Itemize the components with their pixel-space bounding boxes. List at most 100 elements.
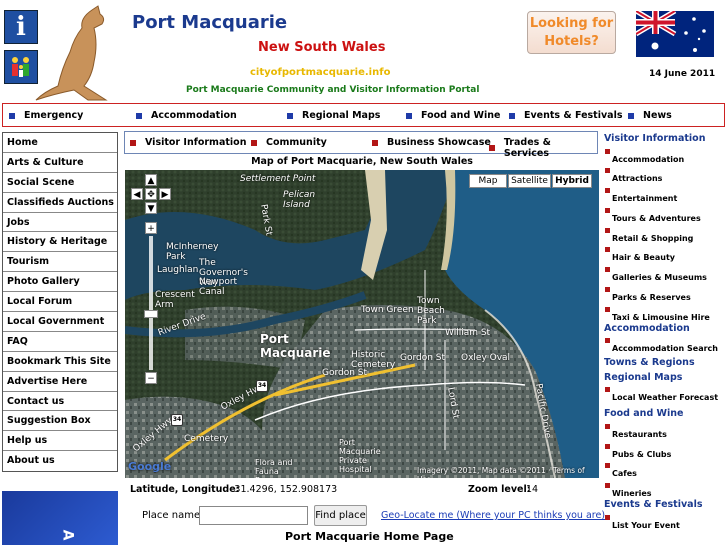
zoom-in-icon[interactable]: +	[145, 222, 157, 234]
right-item-weather[interactable]: Local Weather Forecast	[604, 386, 727, 408]
map-type-map-button[interactable]: Map	[469, 174, 507, 188]
sidebar-item-social-scene[interactable]: Social Scene	[3, 173, 117, 193]
sidebar-item-local-forum[interactable]: Local Forum	[3, 292, 117, 313]
pan-up-icon[interactable]: ▲	[145, 174, 157, 186]
nav-label: Community	[266, 137, 327, 148]
right-item-tours[interactable]: Tours & Adventures	[604, 207, 727, 227]
nav-label: News	[643, 110, 672, 121]
sidebar-item-suggestion-box[interactable]: Suggestion Box	[3, 411, 117, 432]
sidebar-item-advertise[interactable]: Advertise Here	[3, 372, 117, 392]
sidebar-item-classifieds[interactable]: Classifieds Auctions	[3, 193, 117, 213]
latlng-value: -31.4296, 152.908173	[231, 484, 338, 495]
nav-label: Events & Festivals	[524, 110, 623, 121]
bullet-icon	[406, 112, 412, 119]
right-item-accommodation[interactable]: Accommodation	[604, 148, 727, 168]
map-label: Laughlan	[157, 265, 199, 275]
route-shield-icon: 34	[171, 414, 183, 426]
right-heading-visitor-info[interactable]: Visitor Information	[604, 133, 727, 148]
site-title: Port Macquarie	[132, 12, 288, 33]
nav-news[interactable]: News	[628, 110, 672, 121]
right-heading-events[interactable]: Events & Festivals	[604, 499, 727, 514]
right-heading-accommodation[interactable]: Accommodation	[604, 323, 727, 338]
nav-emergency[interactable]: Emergency	[9, 110, 83, 121]
pan-down-icon[interactable]: ▼	[145, 202, 157, 214]
google-map[interactable]: Settlement Point Pelican Island McInhern…	[125, 170, 599, 478]
map-label: Cemetery	[184, 434, 229, 444]
place-name-label: Place name:	[142, 510, 204, 521]
sidebar-item-history[interactable]: History & Heritage	[3, 232, 117, 253]
page-heading: Port Macquarie Home Page	[285, 530, 454, 543]
sidebar-item-help[interactable]: Help us	[3, 431, 117, 452]
map-label: Newport Canal	[199, 277, 238, 297]
geo-locate-link[interactable]: Geo-Locate me (Where your PC thinks you …	[381, 510, 605, 521]
australian-flag-icon	[636, 11, 714, 57]
nav-visitor-information[interactable]: Visitor Information	[130, 137, 246, 148]
sidebar-item-tourism[interactable]: Tourism	[3, 252, 117, 273]
sidebar-item-jobs[interactable]: Jobs	[3, 213, 117, 233]
nav-events-festivals[interactable]: Events & Festivals	[509, 110, 623, 121]
right-item-galleries[interactable]: Galleries & Museums	[604, 266, 727, 286]
nav-community[interactable]: Community	[251, 137, 327, 148]
map-label: Port Macquarie Private Hospital	[339, 438, 381, 474]
right-item-accommodation-search[interactable]: Accommodation Search	[604, 337, 727, 357]
pan-center-icon[interactable]: ✥	[145, 188, 157, 200]
kangaroo-logo-icon	[35, 5, 108, 101]
right-item-retail[interactable]: Retail & Shopping	[604, 227, 727, 247]
sidebar-item-faq[interactable]: FAQ	[3, 332, 117, 352]
nav-accommodation[interactable]: Accommodation	[136, 110, 237, 121]
nav-food-and-wine[interactable]: Food and Wine	[406, 110, 501, 121]
looking-for-hotels-button[interactable]: Looking for Hotels?	[527, 11, 616, 54]
map-label: Oxley Oval	[461, 353, 511, 363]
pan-right-icon[interactable]: ▶	[159, 188, 171, 200]
pan-left-icon[interactable]: ◀	[131, 188, 143, 200]
zoom-level-label: Zoom level:	[468, 484, 531, 495]
right-item-hair-beauty[interactable]: Hair & Beauty	[604, 246, 727, 266]
right-item-pubs[interactable]: Pubs & Clubs	[604, 443, 727, 463]
nav-label: Business Showcase	[387, 137, 491, 148]
right-item-restaurants[interactable]: Restaurants	[604, 423, 727, 443]
google-logo: Google	[128, 460, 172, 473]
sidebar-item-arts-culture[interactable]: Arts & Culture	[3, 153, 117, 173]
advertisement-banner[interactable]: A	[2, 491, 118, 545]
nav-regional-maps[interactable]: Regional Maps	[287, 110, 380, 121]
nav-business-showcase[interactable]: Business Showcase	[372, 137, 491, 148]
right-item-wineries[interactable]: Wineries	[604, 482, 727, 499]
right-heading-food-wine[interactable]: Food and Wine	[604, 408, 727, 423]
right-item-cafes[interactable]: Cafes	[604, 462, 727, 482]
place-name-input[interactable]	[199, 506, 308, 525]
right-heading-towns-regions[interactable]: Towns & Regions	[604, 357, 727, 372]
find-place-button[interactable]: Find place	[314, 505, 367, 526]
bullet-icon	[9, 112, 15, 119]
sidebar-item-contact[interactable]: Contact us	[3, 392, 117, 412]
right-heading-regional-maps[interactable]: Regional Maps	[604, 372, 727, 387]
map-label: Crescent Arm	[155, 290, 195, 310]
right-item-entertainment[interactable]: Entertainment	[604, 187, 727, 207]
latlng-label: Latitude, Longitude:	[130, 484, 240, 495]
zoom-slider-handle[interactable]	[144, 310, 158, 318]
current-date: 14 June 2011	[649, 69, 716, 79]
map-label: Town Green	[361, 305, 414, 315]
map-label: Settlement Point	[240, 174, 316, 184]
zoom-out-icon[interactable]: −	[145, 372, 157, 384]
map-copyright: Imagery ©2011, Map data ©2011 · Terms of…	[417, 466, 585, 478]
bullet-icon	[509, 112, 515, 119]
sidebar-item-home[interactable]: Home	[3, 133, 117, 153]
sidebar-item-about[interactable]: About us	[3, 451, 117, 471]
map-label: Gordon St	[322, 368, 368, 378]
nav-label: Emergency	[24, 110, 84, 121]
map-label: Flora and Fauna Reserve	[255, 458, 293, 478]
zoom-slider-track[interactable]	[149, 236, 153, 370]
right-item-parks[interactable]: Parks & Reserves	[604, 286, 727, 306]
right-item-list-event[interactable]: List Your Event	[604, 514, 727, 534]
bullet-icon	[628, 112, 634, 119]
map-type-hybrid-button[interactable]: Hybrid	[552, 174, 592, 188]
right-item-attractions[interactable]: Attractions	[604, 167, 727, 187]
sidebar-item-photo-gallery[interactable]: Photo Gallery	[3, 272, 117, 293]
map-title: Map of Port Macquarie, New South Wales	[251, 156, 473, 167]
bullet-icon	[136, 112, 142, 119]
sidebar-item-bookmark[interactable]: Bookmark This Site	[3, 352, 117, 372]
right-item-taxi[interactable]: Taxi & Limousine Hire	[604, 306, 727, 323]
nav-label: Regional Maps	[302, 110, 381, 121]
sidebar-item-local-government[interactable]: Local Government	[3, 312, 117, 332]
map-type-satellite-button[interactable]: Satellite	[508, 174, 551, 188]
